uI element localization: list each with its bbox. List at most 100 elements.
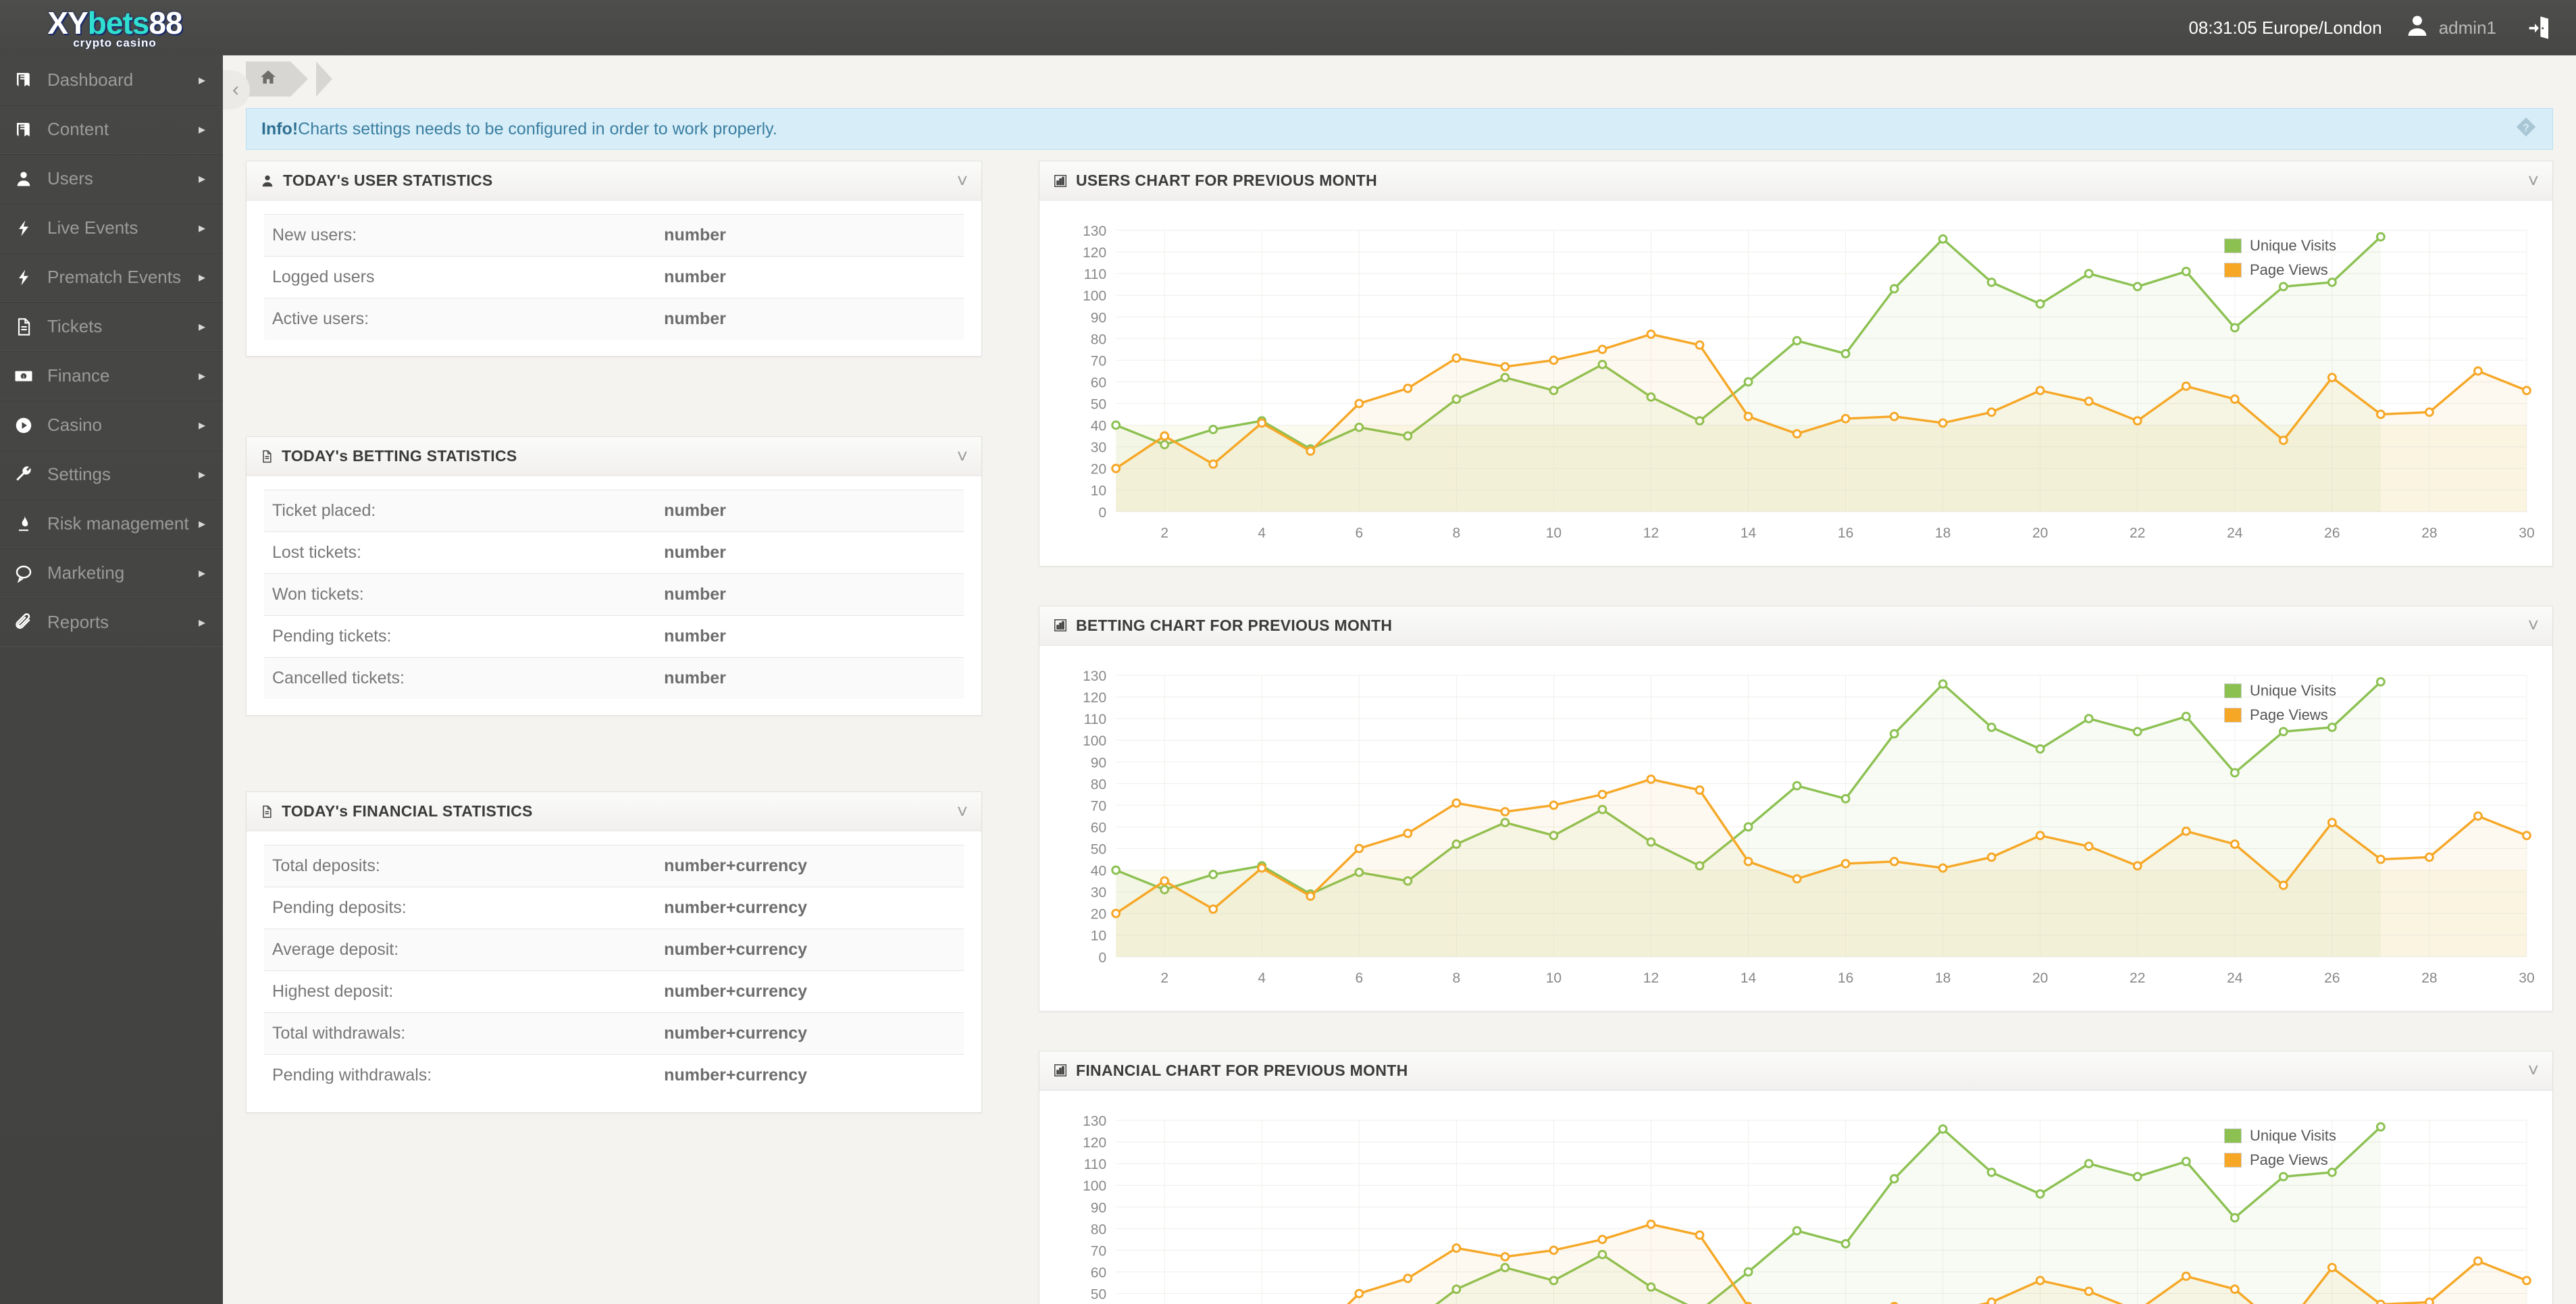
row-label: Highest deposit: bbox=[272, 982, 394, 1001]
chevron-right-icon: ▸ bbox=[198, 369, 205, 384]
chart-legend: Unique Visits Page Views bbox=[2224, 682, 2336, 731]
legend-item: Page Views bbox=[2224, 706, 2336, 724]
svg-text:1: 1 bbox=[22, 373, 25, 380]
svg-text:28: 28 bbox=[2421, 970, 2437, 986]
chart-container[interactable]: 0102030405060708090100110120130246810121… bbox=[1039, 646, 2552, 1011]
svg-text:120: 120 bbox=[1083, 1135, 1106, 1151]
info-alert-text: Charts settings needs to be configured i… bbox=[298, 119, 777, 138]
user-menu[interactable]: admin1 bbox=[2400, 0, 2500, 55]
financial-statistics-table: Total deposits: number+currency Pending … bbox=[264, 845, 964, 1096]
legend-item: Unique Visits bbox=[2224, 682, 2336, 700]
panel-header: BETTING CHART FOR PREVIOUS MONTH ˅ bbox=[1039, 606, 2552, 646]
flame-icon bbox=[0, 515, 47, 533]
book-icon bbox=[0, 120, 47, 140]
sidebar-item-settings[interactable]: Settings ▸ bbox=[0, 450, 223, 499]
svg-text:110: 110 bbox=[1084, 1157, 1107, 1172]
sidebar-item-prematch-events[interactable]: Prematch Events ▸ bbox=[0, 253, 223, 302]
chevron-down-icon[interactable]: ˅ bbox=[2528, 615, 2539, 636]
legend-swatch-unique-visits bbox=[2224, 683, 2242, 698]
chart-container[interactable]: 0102030405060708090100110120130246810121… bbox=[1039, 201, 2552, 566]
svg-text:10: 10 bbox=[1546, 970, 1562, 986]
svg-text:50: 50 bbox=[1091, 841, 1106, 857]
svg-text:18: 18 bbox=[1935, 525, 1951, 541]
chevron-left-icon: ‹ bbox=[232, 78, 239, 101]
chevron-right-icon: ▸ bbox=[198, 172, 205, 186]
chart-legend: Unique Visits Page Views bbox=[2224, 237, 2336, 286]
table-row: Highest deposit: number+currency bbox=[264, 970, 964, 1013]
svg-text:110: 110 bbox=[1084, 267, 1107, 282]
row-label: Pending tickets: bbox=[272, 627, 392, 646]
sidebar-item-label: Marketing bbox=[47, 563, 125, 583]
chevron-down-icon[interactable]: ˅ bbox=[2528, 1060, 2539, 1081]
legend-item: Page Views bbox=[2224, 261, 2336, 279]
chevron-down-icon[interactable]: ˅ bbox=[957, 801, 968, 823]
panel-title: FINANCIAL CHART FOR PREVIOUS MONTH bbox=[1076, 1061, 1408, 1079]
sidebar-item-tickets[interactable]: Tickets ▸ bbox=[0, 302, 223, 351]
clock-timezone: 08:31:05 Europe/London bbox=[2188, 17, 2382, 38]
logout-button[interactable] bbox=[2518, 0, 2558, 55]
sidebar-item-label: Casino bbox=[47, 415, 102, 435]
panel-header: FINANCIAL CHART FOR PREVIOUS MONTH ˅ bbox=[1039, 1051, 2552, 1091]
brand-logo[interactable]: XYbets88 crypto casino bbox=[0, 0, 216, 55]
row-label: Won tickets: bbox=[272, 585, 364, 604]
row-value: number bbox=[664, 501, 726, 520]
document-icon bbox=[260, 449, 274, 464]
row-label: Active users: bbox=[272, 309, 369, 328]
logo-88: 88 bbox=[149, 5, 182, 41]
svg-text:90: 90 bbox=[1091, 310, 1106, 325]
panel-betting-statistics: TODAY's BETTING STATISTICS ˅ Ticket plac… bbox=[246, 436, 982, 716]
top-bar: XYbets88 crypto casino 08:31:05 Europe/L… bbox=[0, 0, 2576, 55]
svg-text:2: 2 bbox=[1160, 525, 1168, 541]
svg-text:80: 80 bbox=[1091, 777, 1106, 792]
question-diamond-icon[interactable]: ? bbox=[2515, 115, 2538, 143]
panel-header: TODAY's FINANCIAL STATISTICS ˅ bbox=[247, 792, 981, 831]
svg-text:14: 14 bbox=[1741, 970, 1757, 986]
legend-label: Unique Visits bbox=[2250, 1126, 2336, 1144]
row-label: Average deposit: bbox=[272, 940, 399, 959]
logo-bets: bets bbox=[87, 5, 150, 41]
info-alert-strong: Info! bbox=[261, 119, 299, 138]
bolt-icon bbox=[0, 219, 47, 238]
svg-text:24: 24 bbox=[2227, 525, 2243, 541]
row-value: number bbox=[664, 543, 726, 562]
svg-text:130: 130 bbox=[1083, 224, 1106, 239]
svg-text:130: 130 bbox=[1083, 1114, 1106, 1129]
svg-text:40: 40 bbox=[1091, 419, 1106, 434]
panel-users-chart: USERS CHART FOR PREVIOUS MONTH ˅ 0 10 20 30… bbox=[1039, 161, 2553, 567]
sidebar-item-users[interactable]: Users ▸ bbox=[0, 154, 223, 203]
svg-text:0: 0 bbox=[1098, 950, 1106, 966]
sidebar-item-casino[interactable]: Casino ▸ bbox=[0, 400, 223, 450]
chevron-down-icon[interactable]: ˅ bbox=[957, 446, 968, 467]
svg-text:22: 22 bbox=[2130, 525, 2145, 541]
sidebar-item-risk-management[interactable]: Risk management ▸ bbox=[0, 499, 223, 548]
sidebar-item-marketing[interactable]: Marketing ▸ bbox=[0, 548, 223, 598]
sidebar-item-live-events[interactable]: Live Events ▸ bbox=[0, 203, 223, 253]
breadcrumb-home-button[interactable] bbox=[246, 61, 308, 97]
chart-container[interactable]: 0102030405060708090100110120130246810121… bbox=[1039, 1091, 2552, 1304]
sidebar-item-finance[interactable]: 1 Finance ▸ bbox=[0, 351, 223, 400]
panel-header: TODAY's USER STATISTICS ˅ bbox=[247, 161, 981, 201]
table-row: Logged users number bbox=[264, 256, 964, 298]
bar-chart-icon bbox=[1053, 174, 1068, 188]
chevron-down-icon[interactable]: ˅ bbox=[2528, 170, 2539, 192]
sidebar-item-reports[interactable]: Reports ▸ bbox=[0, 598, 223, 647]
sidebar-item-dashboard[interactable]: Dashboard ▸ bbox=[0, 55, 223, 105]
chevron-down-icon[interactable]: ˅ bbox=[957, 170, 968, 192]
right-column: USERS CHART FOR PREVIOUS MONTH ˅ 0 10 20 30… bbox=[1039, 161, 2553, 1304]
svg-text:26: 26 bbox=[2324, 525, 2340, 541]
svg-text:30: 30 bbox=[2519, 970, 2534, 986]
legend-item: Unique Visits bbox=[2224, 237, 2336, 255]
panel-title: BETTING CHART FOR PREVIOUS MONTH bbox=[1076, 616, 1393, 634]
row-value: number+currency bbox=[664, 898, 808, 917]
svg-text:12: 12 bbox=[1643, 525, 1659, 541]
svg-text:18: 18 bbox=[1935, 970, 1951, 986]
svg-text:24: 24 bbox=[2227, 970, 2243, 986]
bar-chart-icon bbox=[1053, 618, 1068, 633]
svg-text:130: 130 bbox=[1083, 669, 1106, 684]
chart-legend: Unique Visits Page Views bbox=[2224, 1127, 2336, 1176]
main-content: ‹ Info! Charts settings needs to be conf… bbox=[223, 55, 2576, 1304]
svg-text:100: 100 bbox=[1083, 288, 1106, 304]
chevron-right-icon: ▸ bbox=[198, 615, 205, 630]
sidebar-item-content[interactable]: Content ▸ bbox=[0, 105, 223, 154]
sidebar-item-label: Content bbox=[47, 119, 109, 139]
